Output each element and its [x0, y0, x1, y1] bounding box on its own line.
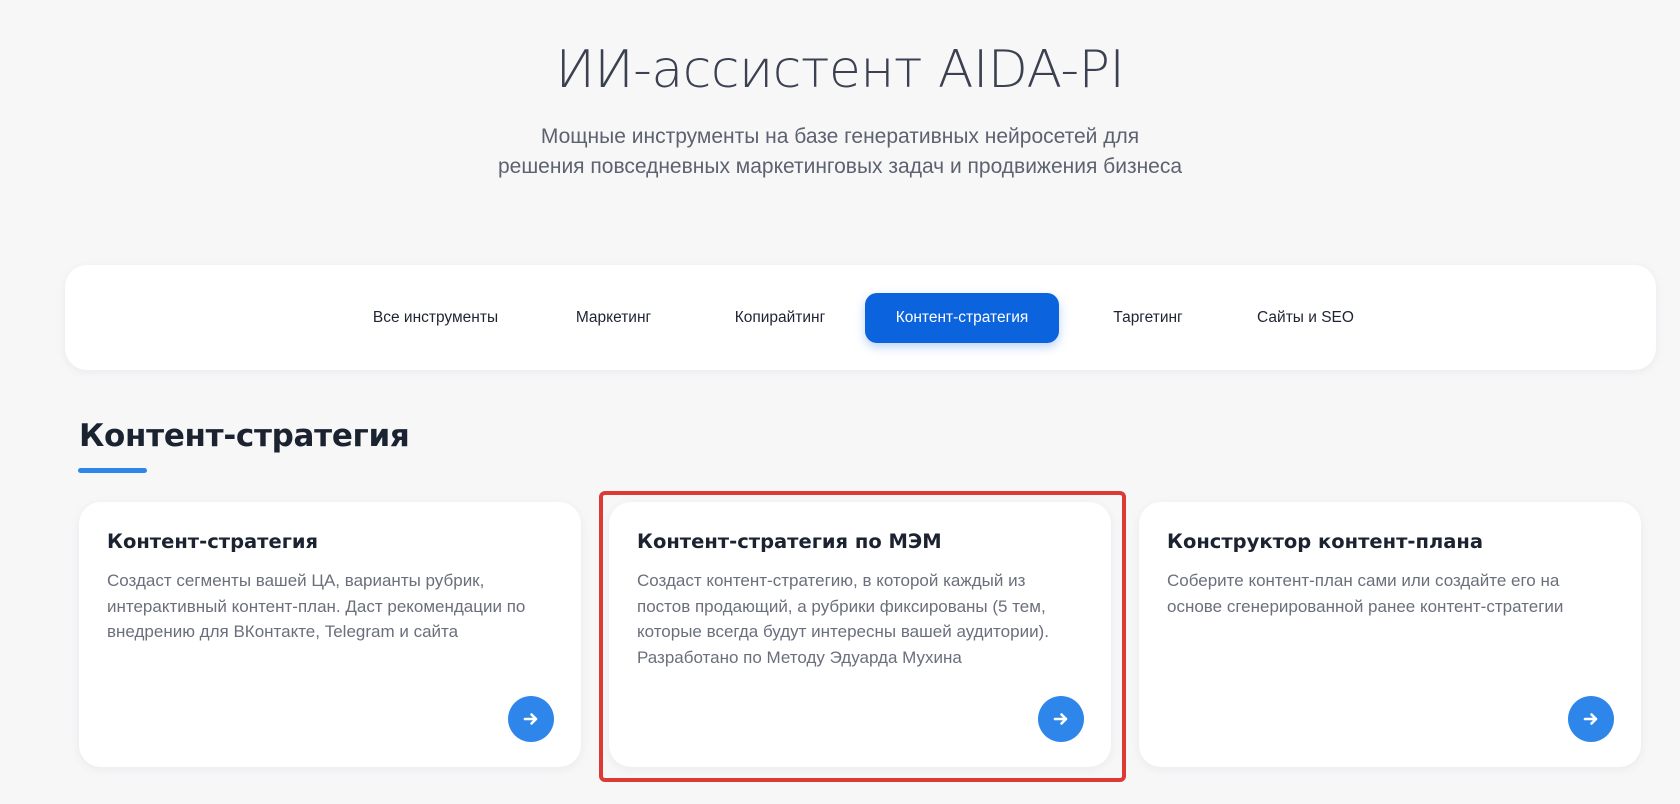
card-open-button[interactable]	[1568, 696, 1614, 742]
tab-all-tools[interactable]: Все инструменты	[353, 293, 518, 343]
card-open-button[interactable]	[508, 696, 554, 742]
category-tabs: Все инструменты Маркетинг Копирайтинг Ко…	[65, 265, 1656, 370]
page-title: ИИ-ассистент AIDA-PI	[555, 40, 1125, 100]
card-open-button[interactable]	[1038, 696, 1084, 742]
card-title: Конструктор контент-плана	[1167, 530, 1484, 553]
tab-content-strategy[interactable]: Контент-стратегия	[865, 293, 1059, 343]
arrow-right-icon	[523, 713, 538, 725]
card-title: Контент-стратегия	[107, 530, 319, 553]
card-title: Контент-стратегия по МЭМ	[637, 530, 942, 553]
page: ИИ-ассистент AIDA-PI Мощные инструменты …	[0, 0, 1680, 804]
arrow-right-icon	[1053, 713, 1068, 725]
tab-targeting[interactable]: Таргетинг	[1090, 293, 1206, 343]
section-title: Контент-стратегия	[79, 418, 410, 454]
tab-copywriting[interactable]: Копирайтинг	[708, 293, 852, 343]
arrow-right-icon	[1583, 713, 1598, 725]
card-description: Создаст контент-стратегию, в которой каж…	[637, 571, 1049, 667]
tool-card-content-plan-builder[interactable]: Конструктор контент-плана Соберите конте…	[1139, 502, 1641, 767]
tool-card-content-strategy[interactable]: Контент-стратегия Создаст сегменты вашей…	[79, 502, 581, 767]
tab-sites-seo[interactable]: Сайты и SEO	[1233, 293, 1378, 343]
tool-card-content-strategy-mem[interactable]: Контент-стратегия по МЭМ Создаст контент…	[609, 502, 1111, 767]
page-subtitle-line-1: Мощные инструменты на базе генеративных …	[540, 125, 1140, 148]
tab-marketing[interactable]: Маркетинг	[550, 293, 677, 343]
page-subtitle-line-2: решения повседневных маркетинговых задач…	[497, 155, 1183, 178]
card-description: Соберите контент-план сами или создайте …	[1167, 571, 1564, 616]
section-title-underline	[78, 468, 147, 473]
card-description: Создаст сегменты вашей ЦА, варианты рубр…	[107, 571, 526, 641]
page-subtitle: Мощные инструменты на базе генеративных …	[0, 122, 1680, 182]
